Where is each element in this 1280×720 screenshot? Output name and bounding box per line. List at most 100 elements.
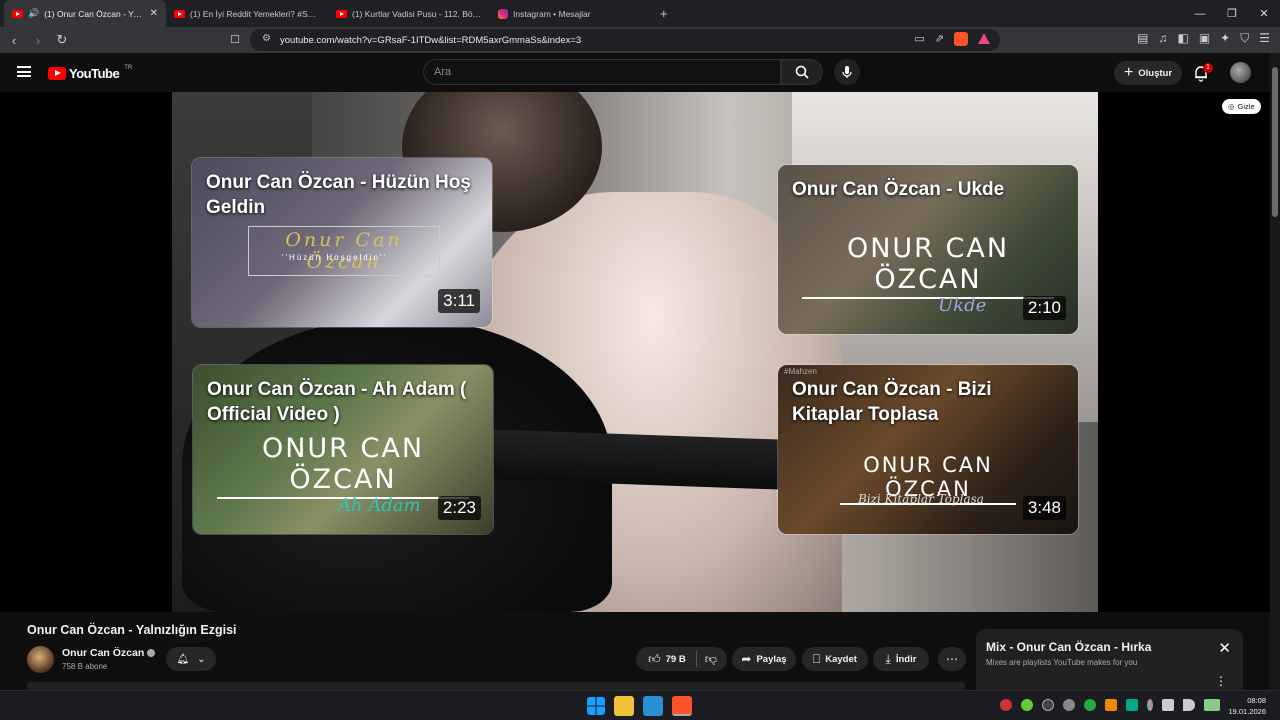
voice-search-button[interactable] — [834, 59, 860, 85]
taskbar-clock[interactable]: 08:08 19.01.2026 — [1228, 695, 1266, 717]
tab-instagram[interactable]: Instagram • Mesajlar — [490, 0, 652, 27]
brave-shields-icon[interactable] — [954, 32, 968, 46]
end-card-video[interactable]: Onur Can Özcan ''Hüzün Hoşgeldin'' Onur … — [192, 158, 492, 327]
verified-badge-icon — [147, 649, 156, 658]
create-button[interactable]: + Oluştur — [1114, 61, 1182, 85]
new-tab-button[interactable]: + — [652, 0, 676, 27]
file-explorer-icon[interactable] — [614, 696, 634, 716]
photos-app-icon[interactable] — [643, 696, 663, 716]
share-icon: ➦ — [741, 652, 752, 666]
tray-app-icon[interactable] — [1105, 699, 1117, 711]
vpn-icon[interactable]: ⛉ — [1240, 31, 1249, 46]
brave-browser-icon[interactable] — [672, 696, 692, 716]
end-card-title: Onur Can Özcan - Ah Adam ( Official Vide… — [207, 379, 467, 425]
cast-icon[interactable]: ▭ — [914, 32, 924, 46]
address-bar-actions: ▭ ⇗ — [914, 32, 990, 46]
windows-taskbar: 08:08 19.01.2026 — [0, 690, 1280, 720]
reload-icon[interactable]: ↻ — [52, 30, 72, 50]
download-button[interactable]: ⤓ İndir — [873, 647, 929, 671]
end-card-video[interactable]: ONUR CAN ÖZCAN Ah Adam Onur Can Özcan - … — [193, 365, 493, 534]
thumbs-down-icon[interactable]: 👎︎ — [697, 652, 725, 667]
volume-icon[interactable] — [1183, 699, 1195, 711]
more-vertical-icon[interactable]: ⋮ — [1215, 674, 1227, 688]
channel-avatar[interactable] — [27, 646, 54, 673]
leo-ai-icon[interactable]: ✦ — [1220, 31, 1230, 46]
bookmark-icon[interactable]: ☐ — [230, 33, 240, 46]
back-icon[interactable]: ‹ — [4, 30, 24, 50]
share-label: Paylaş — [756, 653, 787, 665]
speaker-icon: 🔊 — [28, 8, 40, 18]
scrollbar-thumb[interactable] — [1272, 67, 1278, 217]
page-scrollbar[interactable] — [1270, 53, 1280, 690]
forward-icon[interactable]: › — [28, 30, 48, 50]
wallet-icon[interactable]: ▣ — [1199, 31, 1210, 46]
restore-icon[interactable]: ❐ — [1216, 0, 1248, 27]
menu-icon[interactable]: ☰ — [1259, 31, 1270, 46]
microphone-tray-icon[interactable] — [1147, 699, 1153, 711]
sidebar-icon[interactable]: ◧ — [1177, 31, 1188, 46]
nvidia-icon[interactable] — [1021, 699, 1033, 711]
card-signature: Ukde — [938, 295, 987, 316]
guide-menu-icon[interactable] — [17, 66, 31, 77]
subscriber-count: 758 B abone — [62, 662, 108, 671]
tray-app-icon[interactable] — [1084, 699, 1096, 711]
notification-subscribe-button[interactable]: 🔔︎ ⌄ — [166, 647, 216, 671]
search-button[interactable] — [781, 59, 823, 85]
tab-reddit-food[interactable]: (1) En İyi Reddit Yemekleri? #Seçiyorum — [166, 0, 328, 27]
taskbar-apps — [587, 696, 692, 716]
card-signature: Ah Adam — [338, 495, 421, 516]
close-window-icon[interactable]: ✕ — [1248, 0, 1280, 27]
close-tab-icon[interactable]: ✕ — [150, 8, 158, 19]
region-code: TR — [124, 64, 133, 71]
save-button[interactable]: ⎕ Kaydet — [802, 647, 868, 671]
description-box[interactable] — [27, 682, 965, 690]
logo-text: YouTube — [69, 66, 120, 81]
close-icon[interactable]: ✕ — [1218, 639, 1231, 657]
download-label: İndir — [895, 653, 917, 665]
url-text[interactable]: youtube.com/watch?v=GRsaF-1ITDw&list=RDM… — [280, 35, 581, 46]
minimize-icon[interactable]: — — [1184, 0, 1216, 27]
channel-name[interactable]: Onur Can Özcan — [62, 647, 156, 659]
end-card-title: Onur Can Özcan - Hüzün Hoş Geldin — [206, 172, 471, 218]
chevron-down-icon: ⌄ — [197, 653, 206, 665]
battery-icon[interactable] — [1204, 699, 1220, 711]
tray-app-icon[interactable] — [1126, 699, 1138, 711]
tab-kurtlar-vadisi[interactable]: (1) Kurtlar Vadisi Pusu - 112. Bölüm F — [328, 0, 490, 27]
window-controls: — ❐ ✕ — [1184, 0, 1280, 27]
video-title: Onur Can Özcan - Yalnızlığın Ezgisi — [27, 623, 237, 637]
tray-app-icon[interactable] — [1000, 699, 1012, 711]
network-icon[interactable] — [1162, 699, 1174, 711]
channel-name-text: Onur Can Özcan — [62, 647, 145, 659]
youtube-logo[interactable]: YouTube TR — [48, 64, 133, 81]
browser-toolbar: ‹ › ↻ ☐ ⚙ youtube.com/watch?v=GRsaF-1ITD… — [0, 27, 1280, 53]
plus-icon: + — [1123, 64, 1134, 81]
end-card-video[interactable]: #Mahzen ONUR CAN ÖZCAN Bizi Kitaplar Top… — [778, 365, 1078, 534]
end-card-title: Onur Can Özcan - Ukde — [792, 179, 1005, 200]
site-info-icon[interactable]: ⚙ — [262, 33, 271, 44]
user-avatar[interactable] — [1230, 62, 1251, 83]
youtube-play-icon — [48, 67, 66, 80]
mix-title: Mix - Onur Can Özcan - Hırka — [986, 640, 1152, 654]
mix-playlist-panel: Mix - Onur Can Özcan - Hırka Mixes are p… — [976, 629, 1243, 691]
address-bar[interactable]: ☐ ⚙ youtube.com/watch?v=GRsaF-1ITDw&list… — [230, 29, 1000, 51]
end-card-video[interactable]: ONUR CAN ÖZCAN Ukde Onur Can Özcan - Ukd… — [778, 165, 1078, 334]
reader-mode-icon[interactable]: ▤ — [1137, 31, 1148, 46]
bell-icon: 🔔︎ — [176, 653, 190, 665]
thumbs-up-icon: 👍︎ — [648, 651, 661, 666]
hide-end-cards-button[interactable]: ◎ Gizle — [1222, 99, 1261, 114]
more-actions-button[interactable]: ⋯ — [938, 647, 966, 671]
share-page-icon[interactable]: ⇗ — [935, 32, 944, 46]
like-button[interactable]: 👍︎ 79 B — [638, 652, 696, 667]
search-input[interactable]: Ara — [423, 59, 781, 85]
windows-start-icon[interactable] — [587, 697, 605, 715]
share-button[interactable]: ➦ Paylaş — [732, 647, 796, 671]
tab-youtube-current[interactable]: 🔊 (1) Onur Can Özcan - Yalnızlığı ✕ — [4, 0, 166, 27]
video-player[interactable] — [0, 92, 1270, 612]
tray-app-icon[interactable] — [1063, 699, 1075, 711]
eye-off-icon: ◎ — [1228, 102, 1235, 111]
brave-rewards-icon[interactable] — [978, 33, 990, 44]
media-icon[interactable]: ♫ — [1158, 31, 1167, 46]
tab-title: (1) Kurtlar Vadisi Pusu - 112. Bölüm F — [352, 8, 482, 19]
card-tag: #Mahzen — [784, 367, 817, 376]
tray-app-icon[interactable] — [1042, 699, 1054, 711]
